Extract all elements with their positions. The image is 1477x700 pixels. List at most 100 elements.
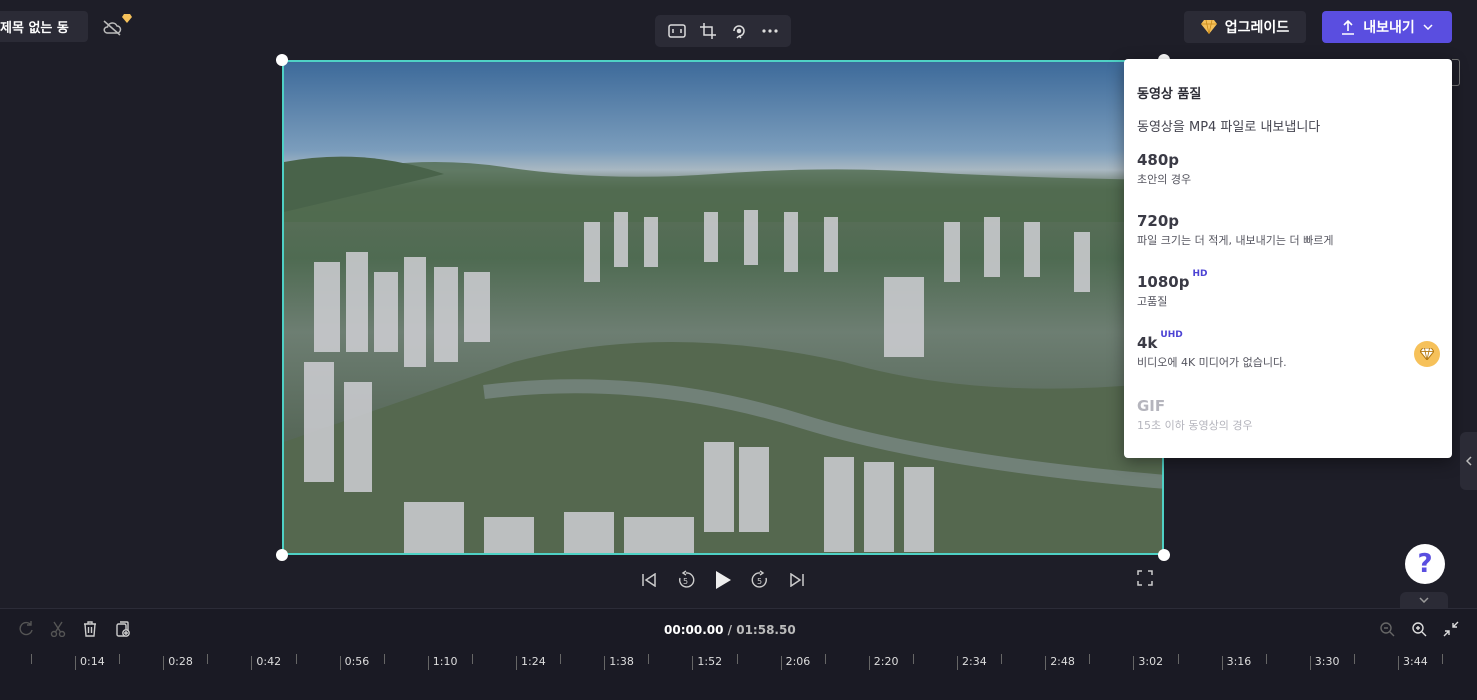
export-quality-menu: 동영상 품질 동영상을 MP4 파일로 내보냅니다 480p 초안의 경우 72…	[1124, 59, 1452, 458]
delete-icon[interactable]	[80, 619, 100, 639]
chevron-left-icon	[1465, 456, 1472, 466]
option-desc: 고품질	[1137, 295, 1168, 308]
ruler-label: 2:06	[780, 656, 810, 670]
ruler-tick	[207, 654, 209, 664]
menu-heading: 동영상 품질	[1137, 87, 1202, 102]
rotate-icon[interactable]	[727, 19, 751, 43]
play-icon[interactable]	[711, 568, 735, 592]
crop-icon[interactable]	[696, 19, 720, 43]
ruler-tick	[1089, 654, 1091, 664]
chevron-down-icon	[1423, 24, 1433, 30]
skip-back-icon[interactable]	[637, 568, 661, 592]
project-title-button[interactable]: 제목 없는 동	[0, 11, 88, 42]
ruler-tick	[912, 654, 914, 664]
hd-badge: HD	[1192, 269, 1208, 279]
ruler-label: 3:30	[1309, 656, 1340, 670]
option-name: 720p	[1137, 212, 1180, 230]
ruler-label: 0:14	[75, 656, 105, 670]
timeline-toolbar: 00:00.00 / 01:58.50	[0, 608, 1477, 650]
cloud-status-button[interactable]	[100, 14, 136, 40]
quality-option-4k[interactable]: 4k UHD 비디오에 4K 미디어가 없습니다.	[1137, 330, 1437, 370]
ruler-tick	[383, 654, 385, 664]
ruler-tick	[736, 654, 738, 664]
current-time: 00:00.00	[664, 623, 724, 637]
premium-gem-icon	[122, 14, 132, 23]
ruler-label: 0:56	[339, 656, 369, 670]
help-button[interactable]: ?	[1405, 544, 1445, 584]
zoom-out-icon[interactable]	[1377, 619, 1397, 639]
ruler-label: 1:38	[604, 656, 634, 670]
cloud-off-icon	[103, 20, 122, 36]
uhd-badge: UHD	[1160, 330, 1183, 340]
preview-toolbar	[655, 15, 791, 47]
fit-timeline-icon[interactable]	[1441, 619, 1461, 639]
ruler-tick	[1265, 654, 1267, 664]
premium-gem-icon	[1200, 20, 1217, 34]
collapse-timeline-button[interactable]	[1400, 592, 1448, 608]
chevron-down-icon	[1419, 597, 1429, 603]
total-time: / 01:58.50	[727, 623, 796, 637]
ruler-label: 0:28	[163, 656, 193, 670]
side-panel-toggle[interactable]	[1460, 432, 1477, 490]
redo-icon[interactable]	[16, 619, 36, 639]
svg-text:5: 5	[757, 577, 762, 586]
fit-icon[interactable]	[665, 19, 689, 43]
quality-option-720p[interactable]: 720p 파일 크기는 더 적게, 내보내기는 더 빠르게	[1137, 212, 1437, 248]
ruler-label: 2:20	[868, 656, 899, 670]
quality-option-gif[interactable]: GIF 15초 이하 동영상의 경우	[1137, 397, 1437, 433]
resize-handle-bl[interactable]	[276, 549, 288, 561]
ruler-tick	[824, 654, 826, 664]
upgrade-button[interactable]: 업그레이드	[1184, 11, 1306, 43]
premium-gem-icon	[1414, 341, 1440, 367]
skip-forward-icon[interactable]	[785, 568, 809, 592]
cut-icon[interactable]	[48, 619, 68, 639]
ruler-label: 2:34	[957, 656, 987, 670]
upload-icon	[1342, 19, 1355, 35]
playback-controls: 5 5	[637, 568, 809, 592]
ruler-tick	[1353, 654, 1355, 664]
ruler-tick	[1177, 654, 1179, 664]
ruler-tick	[560, 654, 562, 664]
more-icon[interactable]	[758, 19, 782, 43]
option-name: GIF	[1137, 397, 1166, 415]
upgrade-label: 업그레이드	[1224, 20, 1290, 36]
ruler-tick	[648, 654, 650, 664]
ruler-tick	[119, 654, 121, 664]
ruler-label: 1:10	[427, 656, 458, 670]
export-button[interactable]: 내보내기	[1322, 11, 1452, 43]
ruler-label: 1:52	[692, 656, 722, 670]
quality-option-480p[interactable]: 480p 초안의 경우	[1137, 151, 1437, 187]
menu-subtitle: 동영상을 MP4 파일로 내보냅니다	[1137, 120, 1321, 135]
resize-handle-br[interactable]	[1158, 549, 1170, 561]
option-name: 480p	[1137, 151, 1180, 169]
duplicate-icon[interactable]	[112, 619, 132, 639]
timeline-ruler[interactable]: 0:14 0:28 0:42 0:56 1:10 1:24 1:38 1:52 2:06 2:20…	[0, 650, 1477, 700]
ruler-label: 1:24	[516, 656, 546, 670]
ruler-tick	[30, 654, 32, 664]
help-label: ?	[1417, 549, 1433, 579]
ruler-label: 3:44	[1398, 656, 1428, 670]
option-desc: 파일 크기는 더 적게, 내보내기는 더 빠르게	[1137, 234, 1334, 247]
ruler-tick	[471, 654, 473, 664]
panel-edge[interactable]	[1452, 59, 1460, 86]
time-display: 00:00.00 / 01:58.50	[664, 623, 796, 637]
option-desc: 비디오에 4K 미디어가 없습니다.	[1137, 356, 1287, 369]
ruler-tick	[1442, 654, 1444, 664]
ruler-label: 2:48	[1045, 656, 1075, 670]
forward-5-icon[interactable]: 5	[748, 568, 772, 592]
zoom-in-icon[interactable]	[1409, 619, 1429, 639]
option-desc: 15초 이하 동영상의 경우	[1137, 419, 1253, 432]
option-desc: 초안의 경우	[1137, 173, 1192, 186]
video-frame	[284, 62, 1162, 553]
fullscreen-icon[interactable]	[1137, 570, 1157, 590]
rewind-5-icon[interactable]: 5	[674, 568, 698, 592]
quality-option-1080p[interactable]: 1080p HD 고품질	[1137, 269, 1437, 309]
video-preview[interactable]	[282, 60, 1164, 555]
ruler-tick	[1001, 654, 1003, 664]
ruler-tick	[295, 654, 297, 664]
ruler-label: 3:16	[1221, 656, 1251, 670]
ruler-label: 3:02	[1133, 656, 1163, 670]
option-name: 1080p	[1137, 273, 1190, 291]
resize-handle-tl[interactable]	[276, 54, 288, 66]
export-label: 내보내기	[1363, 20, 1415, 36]
